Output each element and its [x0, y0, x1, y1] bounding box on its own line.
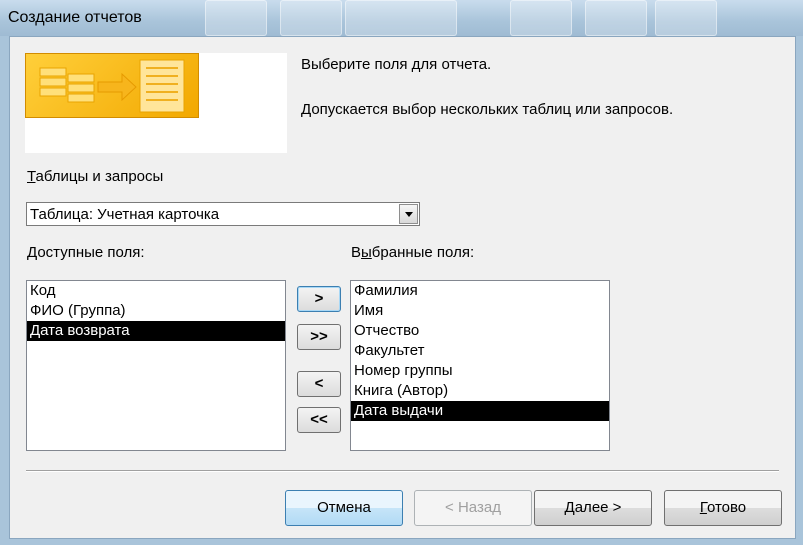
- dialog-client: Выберите поля для отчета. Допускается вы…: [9, 36, 796, 539]
- divider: [26, 470, 779, 472]
- remove-field-button[interactable]: <: [297, 371, 341, 397]
- list-item[interactable]: Дата выдачи: [351, 401, 609, 421]
- report-wizard-illustration-icon: [25, 53, 199, 118]
- list-item[interactable]: ФИО (Группа): [27, 301, 285, 321]
- add-field-button[interactable]: >: [297, 286, 341, 312]
- background-toolbar-ghost: [205, 0, 267, 36]
- finish-button[interactable]: Готово: [664, 490, 782, 526]
- list-item[interactable]: Номер группы: [351, 361, 609, 381]
- tables-queries-value: Таблица: Учетная карточка: [30, 206, 220, 223]
- wizard-header-panel: [25, 53, 287, 153]
- list-item[interactable]: Имя: [351, 301, 609, 321]
- title-bar[interactable]: Создание отчетов: [0, 0, 803, 36]
- add-all-fields-button[interactable]: >>: [297, 324, 341, 350]
- available-fields-label: Доступные поля:: [27, 244, 145, 261]
- list-item[interactable]: Факультет: [351, 341, 609, 361]
- cancel-button[interactable]: Отмена: [285, 490, 403, 526]
- background-toolbar-ghost: [655, 0, 717, 36]
- list-item[interactable]: Дата возврата: [27, 321, 285, 341]
- tables-queries-label: Таблицы и запросы: [27, 168, 164, 185]
- list-item[interactable]: Код: [27, 281, 285, 301]
- header-instruction: Выберите поля для отчета.: [301, 56, 492, 73]
- next-button[interactable]: Далее >: [534, 490, 652, 526]
- chevron-down-icon[interactable]: [399, 204, 418, 224]
- list-item[interactable]: Отчество: [351, 321, 609, 341]
- selected-fields-list[interactable]: Фамилия Имя Отчество Факультет Номер группы К…: [350, 280, 610, 451]
- report-wizard-window: Создание отчетов Выберите поля для отчет…: [0, 0, 803, 545]
- remove-all-fields-button[interactable]: <<: [297, 407, 341, 433]
- background-toolbar-ghost: [345, 0, 457, 36]
- tables-queries-select[interactable]: Таблица: Учетная карточка: [26, 202, 420, 226]
- background-toolbar-ghost: [510, 0, 572, 36]
- window-title: Создание отчетов: [8, 9, 142, 26]
- background-toolbar-ghost: [585, 0, 647, 36]
- back-button[interactable]: < Назад: [414, 490, 532, 526]
- list-item[interactable]: Книга (Автор): [351, 381, 609, 401]
- available-fields-list[interactable]: Код ФИО (Группа) Дата возврата: [26, 280, 286, 451]
- list-item[interactable]: Фамилия: [351, 281, 609, 301]
- selected-fields-label: Выбранные поля:: [351, 244, 475, 261]
- background-toolbar-ghost: [280, 0, 342, 36]
- header-hint: Допускается выбор нескольких таблиц или …: [301, 101, 674, 118]
